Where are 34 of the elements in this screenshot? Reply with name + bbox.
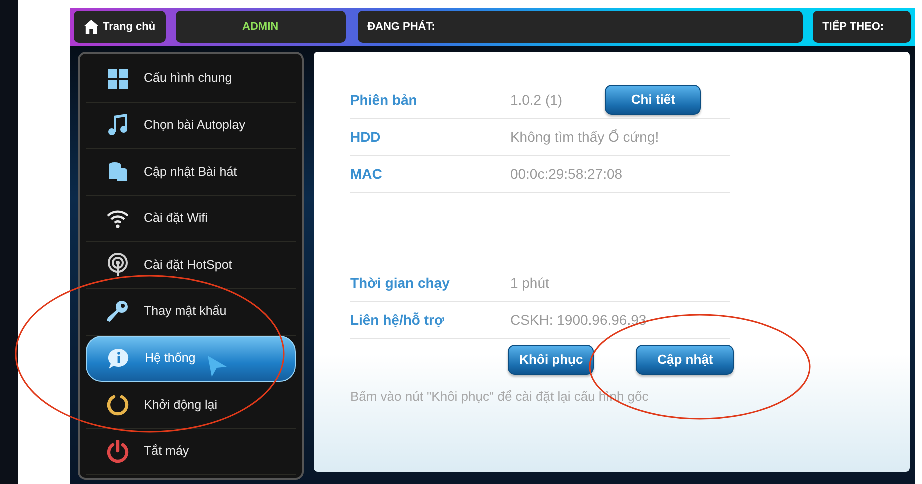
info-label: HDD	[350, 128, 382, 146]
home-button[interactable]: Trang chủ	[74, 11, 166, 43]
info-value: Không tìm thấy Ổ cứng!	[510, 128, 660, 147]
info-label: Thời gian chạy	[350, 274, 451, 293]
music-note-icon	[106, 113, 130, 138]
update-button[interactable]: Cập nhật	[636, 345, 734, 374]
restart-icon	[106, 392, 130, 417]
sidebar-item[interactable]: Cài đặt Wifi	[86, 196, 296, 242]
grid-icon	[106, 66, 130, 91]
key-icon	[106, 300, 130, 324]
cursor-icon	[206, 354, 228, 378]
sidebar-item[interactable]: Khởi động lại	[86, 382, 296, 429]
info-label: MAC	[350, 164, 384, 184]
info-value: CSKH: 1900.96.96.93	[510, 310, 647, 330]
info-label: Phiên bản	[350, 90, 418, 110]
info-value: 1 phút	[510, 274, 550, 293]
info-icon	[107, 346, 131, 371]
now-playing-label: ĐANG PHÁT:	[358, 11, 803, 43]
sidebar-item[interactable]: Cấu hình chung	[86, 56, 296, 103]
user-label: ADMIN	[176, 11, 346, 43]
info-value: 00:0c:29:58:27:08	[510, 164, 623, 184]
restore-button[interactable]: Khôi phục	[508, 345, 594, 374]
info-value: 1.0.2 (1)	[510, 90, 564, 110]
details-button[interactable]: Chi tiết	[605, 85, 702, 115]
sidebar-item[interactable]: Chọn bài Autoplay	[86, 102, 296, 150]
sidebar-item[interactable]: Cập nhật Bài hát	[86, 149, 296, 196]
sidebar-item[interactable]: Hệ thống	[86, 336, 296, 382]
info-label: Liên hệ/hỗ trợ	[350, 310, 446, 330]
home-icon	[84, 20, 99, 34]
sidebar-item[interactable]: Cài đặt HotSpot	[86, 242, 296, 289]
power-icon	[106, 440, 130, 464]
sidebar-item[interactable]: Tắt máy	[86, 428, 296, 476]
next-up-label: TIẾP THEO:	[812, 11, 911, 43]
hotspot-icon	[106, 253, 130, 278]
